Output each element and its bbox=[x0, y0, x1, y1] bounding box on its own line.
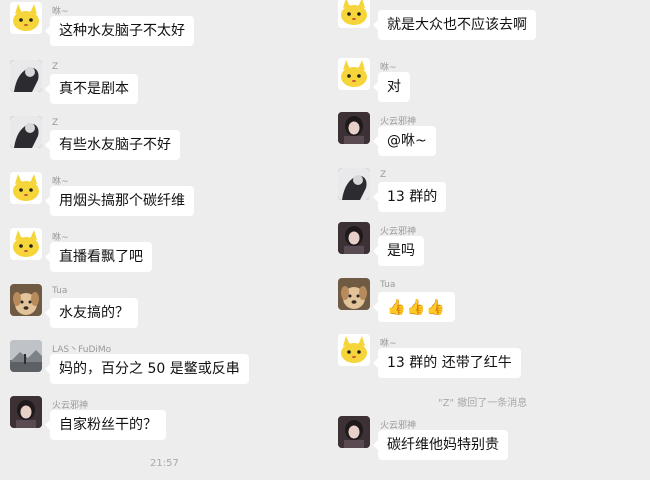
message-row: 咻~ 直播看飘了吧 bbox=[0, 228, 318, 288]
message-bubble[interactable]: 是吗 bbox=[373, 236, 424, 266]
girl-avatar[interactable] bbox=[338, 416, 370, 448]
message-row: Z 13 群的 bbox=[328, 168, 646, 228]
message-row: 就是大众也不应该去啊 bbox=[328, 0, 646, 56]
message-bubble[interactable]: 13 群的 bbox=[372, 182, 447, 212]
dark-avatar[interactable] bbox=[10, 60, 42, 92]
message-row: Z 有些水友脑子不好 bbox=[0, 116, 318, 176]
message-row: 咻~ 13 群的 还带了红牛 bbox=[328, 334, 646, 394]
message-row: LAS丶FuDiMo 妈的，百分之 50 是鳖或反串 bbox=[0, 340, 318, 400]
chick-avatar[interactable] bbox=[338, 0, 370, 28]
message-bubble[interactable]: 有些水友脑子不好 bbox=[45, 130, 180, 160]
message-row: 咻~ 用烟头搞那个碳纤维 bbox=[0, 172, 318, 232]
timestamp: 21:57 bbox=[150, 458, 179, 469]
sender-name: Tua bbox=[380, 280, 396, 290]
message-bubble[interactable]: 妈的，百分之 50 是鳖或反串 bbox=[45, 354, 249, 384]
message-bubble[interactable]: 碳纤维他妈特别贵 bbox=[373, 430, 508, 460]
message-bubble[interactable]: 自家粉丝干的？ bbox=[45, 410, 166, 440]
chick-avatar[interactable] bbox=[10, 2, 42, 34]
chat-column-right: 就是大众也不应该去啊 咻~ 对 火云邪神 @咻~ Z 13 群的 火云邪神 是吗… bbox=[328, 0, 646, 480]
message-bubble[interactable]: @咻~ bbox=[373, 126, 436, 156]
message-row: Tua 👍👍👍 bbox=[328, 278, 646, 338]
message-row: 火云邪神 自家粉丝干的？ bbox=[0, 396, 318, 456]
dark-avatar[interactable] bbox=[10, 116, 42, 148]
thumbs-up-icon[interactable]: 👍👍👍 bbox=[372, 292, 456, 322]
sender-name: Tua bbox=[52, 286, 68, 296]
message-row: 火云邪神 碳纤维他妈特别贵 bbox=[328, 416, 646, 476]
message-row: Tua 水友搞的？ bbox=[0, 284, 318, 344]
message-row: 咻~ 这种水友脑子不太好 bbox=[0, 2, 318, 62]
chat-column-left: 咻~ 这种水友脑子不太好 Z 真不是剧本 Z 有些水友脑子不好 咻~ 用烟头搞那… bbox=[0, 0, 318, 480]
girl-avatar[interactable] bbox=[338, 112, 370, 144]
system-notice: "Z" 撤回了一条消息 bbox=[438, 398, 528, 409]
message-bubble[interactable]: 水友搞的？ bbox=[45, 298, 138, 328]
message-bubble[interactable]: 对 bbox=[373, 72, 410, 102]
sender-name: Z bbox=[52, 118, 59, 128]
message-bubble[interactable]: 就是大众也不应该去啊 bbox=[373, 10, 536, 40]
message-bubble[interactable]: 用烟头搞那个碳纤维 bbox=[45, 186, 194, 216]
girl-avatar[interactable] bbox=[10, 396, 42, 428]
message-row: 火云邪神 @咻~ bbox=[328, 112, 646, 172]
chick-avatar[interactable] bbox=[338, 334, 370, 366]
message-bubble[interactable]: 直播看飘了吧 bbox=[45, 242, 152, 272]
chick-avatar[interactable] bbox=[10, 172, 42, 204]
message-bubble[interactable]: 真不是剧本 bbox=[45, 74, 138, 104]
message-row: 咻~ 对 bbox=[328, 58, 646, 118]
message-row: 火云邪神 是吗 bbox=[328, 222, 646, 282]
message-bubble[interactable]: 这种水友脑子不太好 bbox=[45, 16, 194, 46]
chick-avatar[interactable] bbox=[338, 58, 370, 90]
message-bubble[interactable]: 13 群的 还带了红牛 bbox=[373, 348, 521, 378]
dark-avatar[interactable] bbox=[338, 168, 370, 200]
chick-avatar[interactable] bbox=[10, 228, 42, 260]
sender-name: Z bbox=[380, 170, 387, 180]
dog-avatar[interactable] bbox=[10, 284, 42, 316]
girl-avatar[interactable] bbox=[338, 222, 370, 254]
sender-name: Z bbox=[52, 62, 59, 72]
message-row: Z 真不是剧本 bbox=[0, 60, 318, 120]
landscape-avatar[interactable] bbox=[10, 340, 42, 372]
dog-avatar[interactable] bbox=[338, 278, 370, 310]
